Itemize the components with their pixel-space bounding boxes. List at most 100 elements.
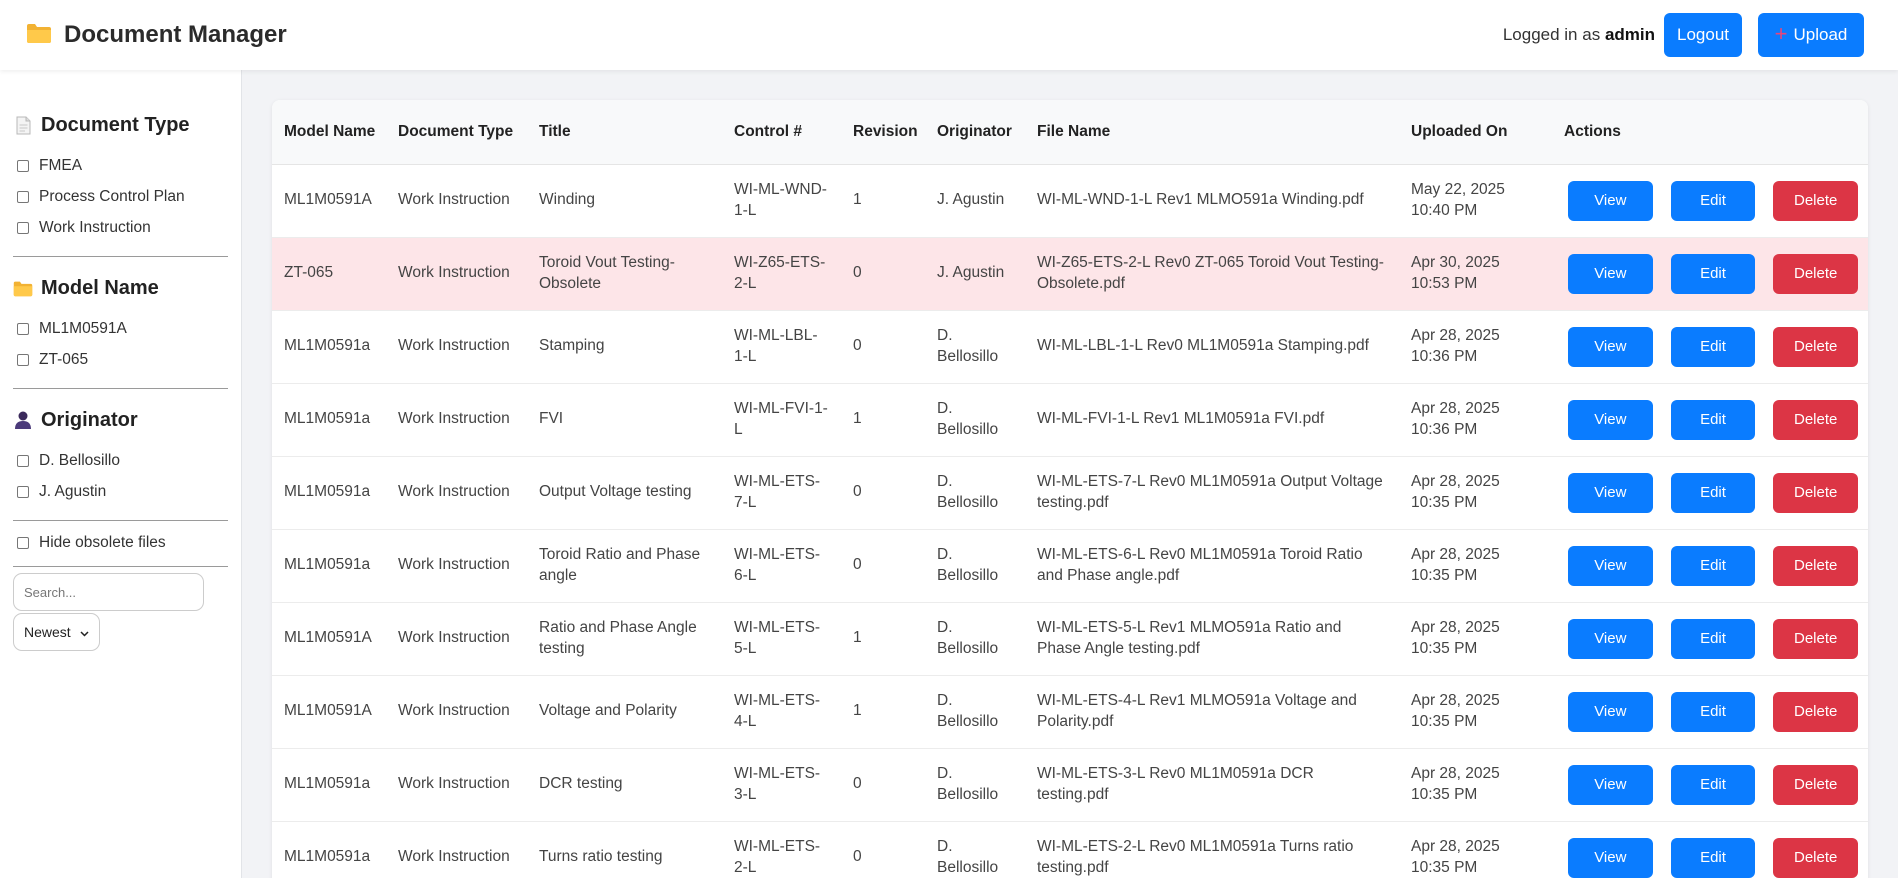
view-button[interactable]: View — [1568, 399, 1653, 440]
model-cell: ML1M0591a — [284, 775, 371, 793]
delete-button[interactable]: Delete — [1773, 837, 1859, 878]
control-number-cell: WI-ML-ETS-4-L — [734, 692, 821, 730]
delete-button[interactable]: Delete — [1773, 180, 1859, 221]
delete-button[interactable]: Delete — [1773, 764, 1859, 805]
view-button[interactable]: View — [1568, 253, 1653, 294]
uploaded-on-cell: May 22, 2025 10:40 PM — [1411, 181, 1505, 219]
view-button[interactable]: View — [1568, 326, 1653, 367]
row-actions: View Edit Delete — [1564, 545, 1859, 586]
file-name-cell: WI-Z65-ETS-2-L Rev0 ZT-065 Toroid Vout T… — [1037, 254, 1384, 292]
filter-option-ml1m0591a[interactable]: ML1M0591A — [13, 313, 228, 344]
view-button[interactable]: View — [1568, 837, 1653, 878]
filter-option-zt-065[interactable]: ZT-065 — [13, 344, 228, 375]
filter-label: D. Bellosillo — [39, 451, 120, 469]
uploaded-on-cell: Apr 28, 2025 10:35 PM — [1411, 838, 1500, 876]
folder-icon — [26, 22, 52, 49]
checkbox[interactable] — [17, 322, 29, 335]
checkbox[interactable] — [17, 190, 29, 203]
view-button[interactable]: View — [1568, 691, 1653, 732]
upload-button[interactable]: + Upload — [1758, 13, 1864, 57]
model-cell: ML1M0591A — [284, 702, 372, 720]
column-header-document-type[interactable]: Document Type — [386, 100, 527, 165]
delete-button[interactable]: Delete — [1773, 472, 1859, 513]
column-header-file-name[interactable]: File Name — [1025, 100, 1399, 165]
hide-obsolete-toggle[interactable]: Hide obsolete files — [13, 527, 228, 558]
delete-button[interactable]: Delete — [1773, 545, 1859, 586]
row-actions: View Edit Delete — [1564, 691, 1859, 732]
file-name-cell: WI-ML-ETS-7-L Rev0 ML1M0591a Output Volt… — [1037, 473, 1383, 511]
filter-label: Work Instruction — [39, 218, 151, 236]
uploaded-on-cell: Apr 28, 2025 10:35 PM — [1411, 546, 1500, 584]
column-header-revision[interactable]: Revision — [841, 100, 925, 165]
originator-cell: D. Bellosillo — [937, 765, 999, 803]
delete-button[interactable]: Delete — [1773, 253, 1859, 294]
actions-cell: View Edit Delete — [1552, 456, 1868, 529]
checkbox[interactable] — [17, 221, 29, 234]
edit-button[interactable]: Edit — [1670, 472, 1756, 513]
originator-cell: D. Bellosillo — [937, 473, 999, 511]
title-cell: Ratio and Phase Angle testing — [539, 619, 697, 657]
document-type-cell: Work Instruction — [398, 264, 510, 282]
edit-button[interactable]: Edit — [1670, 764, 1756, 805]
view-button[interactable]: View — [1568, 618, 1653, 659]
table-header-row: Model Name Document Type Title Control #… — [272, 100, 1868, 165]
folder-icon — [13, 280, 33, 297]
filter-option-d-bellosillo[interactable]: D. Bellosillo — [13, 445, 228, 476]
filter-option-j-agustin[interactable]: J. Agustin — [13, 476, 228, 507]
control-number-cell: WI-ML-ETS-2-L — [734, 838, 821, 876]
filter-option-work-instruction[interactable]: Work Instruction — [13, 212, 228, 243]
filter-option-process-control-plan[interactable]: Process Control Plan — [13, 181, 228, 212]
view-button[interactable]: View — [1568, 472, 1653, 513]
column-header-control[interactable]: Control # — [722, 100, 841, 165]
divider — [13, 520, 228, 521]
edit-button[interactable]: Edit — [1670, 326, 1756, 367]
edit-button[interactable]: Edit — [1670, 837, 1756, 878]
edit-button[interactable]: Edit — [1670, 253, 1756, 294]
file-name-cell: WI-ML-LBL-1-L Rev0 ML1M0591a Stamping.pd… — [1037, 337, 1369, 355]
edit-button[interactable]: Edit — [1670, 399, 1756, 440]
model-cell: ML1M0591a — [284, 483, 371, 501]
control-number-cell: WI-ML-FVI-1-L — [734, 400, 828, 438]
originator-cell: D. Bellosillo — [937, 327, 999, 365]
checkbox[interactable] — [17, 485, 29, 498]
delete-button[interactable]: Delete — [1773, 399, 1859, 440]
delete-button[interactable]: Delete — [1773, 691, 1859, 732]
sort-select[interactable]: Newest — [13, 613, 100, 651]
documents-table: Model Name Document Type Title Control #… — [272, 100, 1868, 878]
filter-option-fmea[interactable]: FMEA — [13, 150, 228, 181]
delete-button[interactable]: Delete — [1773, 618, 1859, 659]
view-button[interactable]: View — [1568, 764, 1653, 805]
edit-button[interactable]: Edit — [1670, 618, 1756, 659]
checkbox[interactable] — [17, 536, 29, 549]
edit-button[interactable]: Edit — [1670, 180, 1756, 221]
actions-cell: View Edit Delete — [1552, 675, 1868, 748]
checkbox[interactable] — [17, 353, 29, 366]
checkbox[interactable] — [17, 159, 29, 172]
actions-cell: View Edit Delete — [1552, 237, 1868, 310]
revision-cell: 1 — [853, 410, 862, 428]
model-name-title: Model Name — [41, 276, 159, 299]
column-header-originator[interactable]: Originator — [925, 100, 1025, 165]
edit-button[interactable]: Edit — [1670, 691, 1756, 732]
column-header-model-name[interactable]: Model Name — [272, 100, 386, 165]
top-bar: Document Manager Logged in as admin Logo… — [0, 0, 1898, 70]
row-actions: View Edit Delete — [1564, 326, 1859, 367]
control-number-cell: WI-ML-ETS-7-L — [734, 473, 821, 511]
column-header-title[interactable]: Title — [527, 100, 722, 165]
edit-button[interactable]: Edit — [1670, 545, 1756, 586]
column-header-uploaded-on[interactable]: Uploaded On — [1399, 100, 1552, 165]
delete-button[interactable]: Delete — [1773, 326, 1859, 367]
logout-button[interactable]: Logout — [1664, 13, 1742, 57]
title-cell: Toroid Ratio and Phase angle — [539, 546, 701, 584]
originator-cell: D. Bellosillo — [937, 838, 999, 876]
checkbox[interactable] — [17, 454, 29, 467]
search-input[interactable]: Search... — [13, 573, 204, 611]
upload-label: Upload — [1793, 25, 1848, 44]
file-name-cell: WI-ML-ETS-5-L Rev1 MLMO591a Ratio and Ph… — [1037, 619, 1342, 657]
user-controls: Logged in as admin Logout + Upload — [1503, 13, 1864, 57]
filter-label: J. Agustin — [39, 482, 107, 500]
uploaded-on-cell: Apr 28, 2025 10:36 PM — [1411, 327, 1500, 365]
model-cell: ML1M0591a — [284, 848, 371, 866]
view-button[interactable]: View — [1568, 545, 1653, 586]
view-button[interactable]: View — [1568, 180, 1653, 221]
